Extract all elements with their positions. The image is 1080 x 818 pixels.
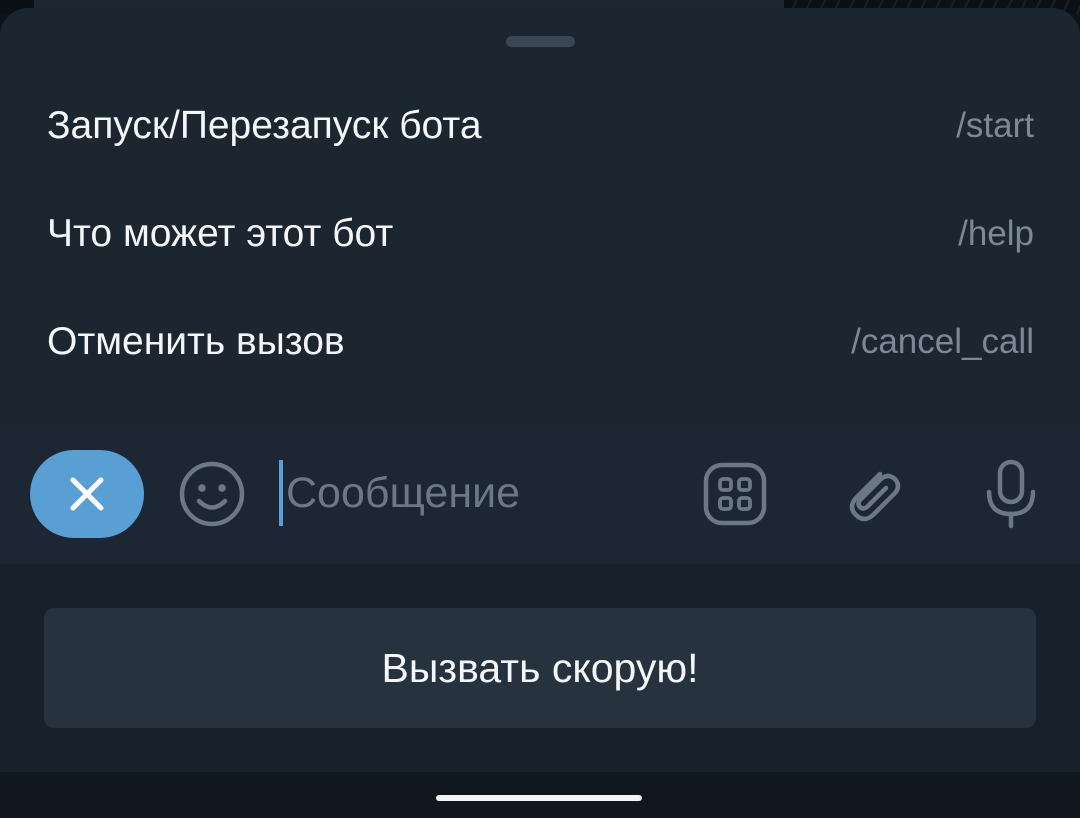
- bot-reply-keyboard: Вызвать скорую!: [0, 564, 1080, 772]
- attach-button[interactable]: [840, 460, 906, 528]
- bot-commands-button[interactable]: [701, 460, 769, 528]
- paperclip-icon: [849, 471, 901, 522]
- call-ambulance-button[interactable]: Вызвать скорую!: [44, 608, 1036, 728]
- command-code: /cancel_call: [851, 322, 1034, 361]
- voice-message-button[interactable]: [982, 458, 1040, 530]
- emoji-icon: [179, 461, 245, 527]
- sheet-drag-handle[interactable]: [506, 36, 575, 47]
- bot-commands-sheet: Запуск/Перезапуск бота /start Что может …: [0, 8, 1080, 422]
- message-input[interactable]: [286, 458, 666, 528]
- emoji-button[interactable]: [177, 459, 247, 529]
- command-item-cancel-call[interactable]: Отменить вызов /cancel_call: [0, 288, 1080, 396]
- close-icon: [70, 477, 104, 511]
- command-title: Что может этот бот: [47, 212, 394, 255]
- system-navigation-bar: [0, 772, 1080, 818]
- command-code: /help: [958, 214, 1034, 253]
- home-gesture-indicator[interactable]: [436, 795, 642, 801]
- commands-grid-icon: [703, 462, 767, 526]
- command-item-help[interactable]: Что может этот бот /help: [0, 180, 1080, 288]
- command-title: Запуск/Перезапуск бота: [47, 104, 482, 147]
- text-caret: [279, 460, 283, 526]
- message-input-bar: [0, 422, 1080, 564]
- command-item-start[interactable]: Запуск/Перезапуск бота /start: [0, 72, 1080, 180]
- close-commands-button[interactable]: [30, 450, 144, 538]
- microphone-icon: [986, 459, 1036, 529]
- command-code: /start: [956, 106, 1034, 145]
- command-title: Отменить вызов: [47, 320, 345, 363]
- telegram-chat-screen: Запуск/Перезапуск бота /start Что может …: [0, 0, 1080, 818]
